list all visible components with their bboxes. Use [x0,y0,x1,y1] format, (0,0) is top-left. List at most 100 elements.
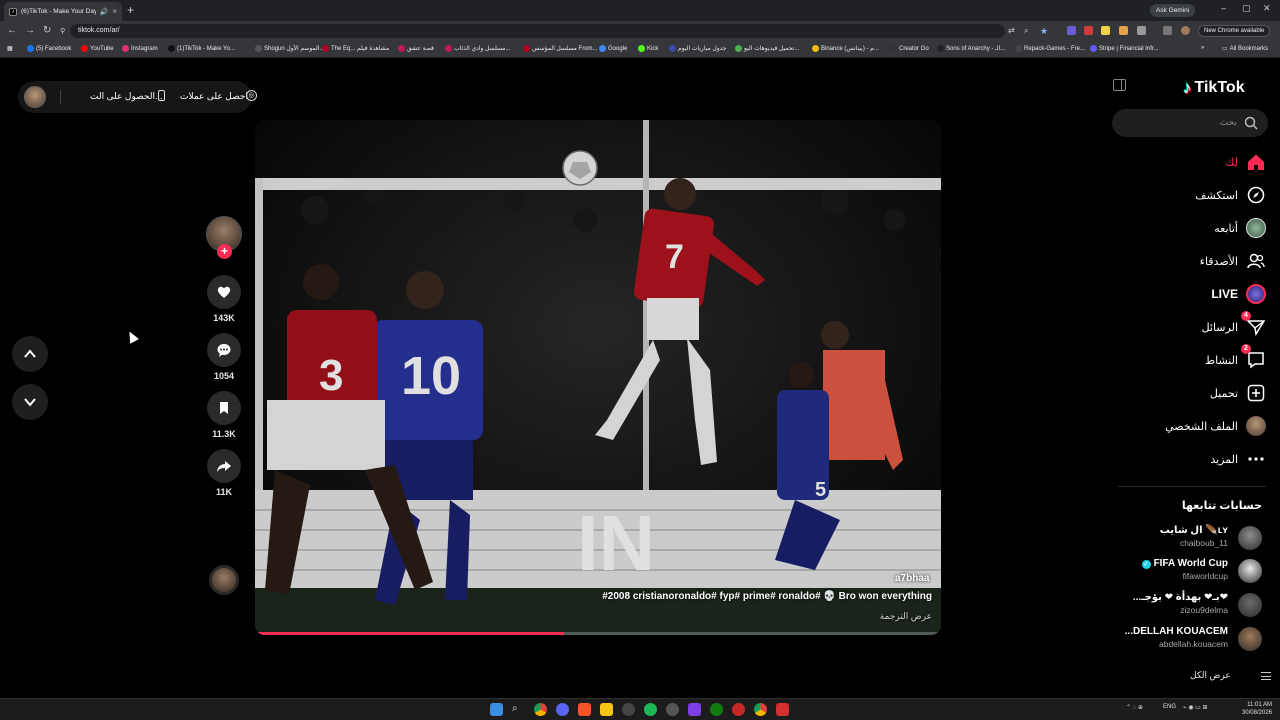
ask-gemini-button[interactable]: Ask Gemini [1150,4,1196,17]
extension-icon[interactable] [1101,26,1110,35]
update-chrome-button[interactable]: New Chrome available [1198,25,1271,37]
search-input[interactable]: بحث [1112,109,1268,137]
nav-friends[interactable]: الأصدقاء [1200,249,1266,273]
avatar[interactable] [1238,526,1262,550]
speaker-icon[interactable]: 🔊 [100,8,109,16]
video-handle[interactable]: a7bhaa [895,573,929,584]
share-button[interactable] [207,449,241,483]
previous-video-button[interactable] [12,336,48,372]
get-coins-link[interactable]: احصل على عملات [180,91,248,102]
chrome-icon[interactable] [534,703,547,716]
profile-avatar-icon[interactable] [1181,26,1190,35]
bookmark-item[interactable]: (5) Facebook [27,45,71,52]
new-tab-button[interactable]: + [127,3,134,17]
bookmark-item[interactable]: Instagram [122,45,158,52]
bookmark-item[interactable]: The Eq... مشاهدة فيلم [322,45,389,52]
site-info-icon[interactable]: ⚲ [60,26,65,38]
system-clock[interactable]: 11:01 AM 30/08/2026 [1236,701,1272,717]
bookmark-item[interactable]: Creator Go [890,45,929,52]
collapse-sidebar-icon[interactable] [1113,79,1126,91]
app-icon[interactable] [666,703,679,716]
nav-more[interactable]: المزيد [1210,447,1266,471]
following-account[interactable]: ...DELLAH KOUACEM abdellah.kouacem [1112,625,1262,653]
xbox-icon[interactable] [710,703,723,716]
get-app-link[interactable]: الحصول على الت... [90,91,163,102]
app-icon[interactable] [776,703,789,716]
video-player[interactable]: 7 5 10 3 IN a7bhaa #2008 cristianoronald… [255,120,941,635]
bookmark-item[interactable]: Google [599,45,627,52]
extension-icon[interactable] [1084,26,1093,35]
like-button[interactable] [207,275,241,309]
reading-list-icon[interactable] [1163,26,1172,35]
address-bar[interactable]: tiktok.com/ar/ [70,24,1005,38]
close-tab-icon[interactable]: × [112,7,117,16]
apps-grid-icon[interactable]: ▦ [7,45,13,52]
search-icon[interactable]: ⌕ [512,703,525,716]
bookmarks-overflow-icon[interactable]: » [1201,45,1204,51]
bookmark-item[interactable]: Kick [638,45,658,52]
avatar[interactable] [1238,627,1262,651]
video-progress-bar[interactable] [255,632,941,635]
bookmark-item[interactable]: تحميل فيديوهات اليو... [735,45,799,52]
forward-icon[interactable]: → [25,25,35,37]
all-bookmarks[interactable]: ▭ All Bookmarks [1222,45,1268,53]
nav-activity[interactable]: النشاط 2 [1205,344,1266,372]
bookmark-item[interactable]: مسلسل وادي الذئاب... [445,45,511,52]
minimize-icon[interactable]: – [1221,3,1226,13]
extension-icon[interactable] [1067,26,1076,35]
chrome-icon[interactable] [754,703,767,716]
bookmark-item[interactable]: Binance (بينانس) - م... [812,45,879,52]
avatar[interactable] [1238,559,1262,583]
app-icon[interactable] [688,703,701,716]
windows-start-icon[interactable] [490,703,503,716]
nav-profile[interactable]: الملف الشخصي [1165,414,1266,438]
bookmark-item[interactable]: Sons of Anarchy - الـ... [937,45,1005,52]
nav-live[interactable]: LIVE [1211,282,1266,306]
comment-button[interactable] [207,333,241,367]
bookmark-item[interactable]: جدول مباريات اليوم [669,45,726,52]
extensions-puzzle-icon[interactable] [1137,26,1146,35]
tray-icons[interactable]: ⌁ ◉ ▭ ⊞ [1183,704,1208,711]
bookmark-star-icon[interactable]: ★ [1040,25,1048,37]
nav-upload[interactable]: تحميل [1210,381,1266,405]
zoom-icon[interactable]: ⌕ [1024,25,1028,37]
reload-icon[interactable]: ↻ [43,25,51,37]
app-icon[interactable] [732,703,745,716]
extension-icon[interactable] [1119,26,1128,35]
search-icon[interactable] [1244,116,1258,130]
file-explorer-icon[interactable] [600,703,613,716]
bookmark-item[interactable]: مسلسل المؤسس From... [523,45,598,52]
translate-icon[interactable]: ⇄ [1008,25,1015,37]
following-account[interactable]: ...بـ❤ بهدأة ❤ بؤجـ❤ zizou9delma [1112,591,1262,619]
browser-tab[interactable]: ♪ (6)TikTok - Make Your Day 🔊 × [4,2,122,21]
bookmark-item[interactable]: قصة عشق [398,45,434,52]
tiktok-logo[interactable]: ♪ TikTok [1183,78,1245,98]
follow-button[interactable]: + [217,244,232,259]
nav-following[interactable]: أتابعه [1214,216,1266,240]
brave-icon[interactable] [578,703,591,716]
back-icon[interactable]: ← [7,25,17,37]
nav-for-you[interactable]: لك [1225,150,1266,174]
see-translation-link[interactable]: عرض الترجمة [880,611,932,622]
bookmark-item[interactable]: (1)TikTok - Make Yo... [168,45,235,52]
avatar[interactable] [1238,593,1262,617]
app-icon[interactable] [622,703,635,716]
following-account[interactable]: ✓ FIFA World Cup fifaworldcup [1112,557,1262,585]
save-button[interactable] [207,391,241,425]
see-all-link[interactable]: عرض الكل [1190,670,1271,681]
tray-icons[interactable]: ⌃ ◌ ⊕ [1126,704,1143,711]
bookmark-item[interactable]: Stripe | Financial Infr... [1090,45,1159,52]
sound-avatar[interactable] [209,565,239,595]
discord-icon[interactable] [556,703,569,716]
maximize-icon[interactable]: ▢ [1242,3,1251,14]
nav-messages[interactable]: الرسائل 4 [1202,311,1266,339]
spotify-icon[interactable] [644,703,657,716]
language-indicator[interactable]: ENG [1163,704,1176,710]
nav-explore[interactable]: استكشف [1195,183,1266,207]
avatar[interactable] [24,86,46,108]
following-account[interactable]: ال شايب 🪶ʟʏ chaiboub_11 [1112,524,1262,552]
bookmark-item[interactable]: YouTube [81,45,114,52]
bookmark-item[interactable]: Repack-Games - Fre... [1015,45,1085,52]
close-window-icon[interactable]: ✕ [1263,3,1271,14]
bookmark-item[interactable]: Shogun الموسم الأول... [255,45,324,52]
